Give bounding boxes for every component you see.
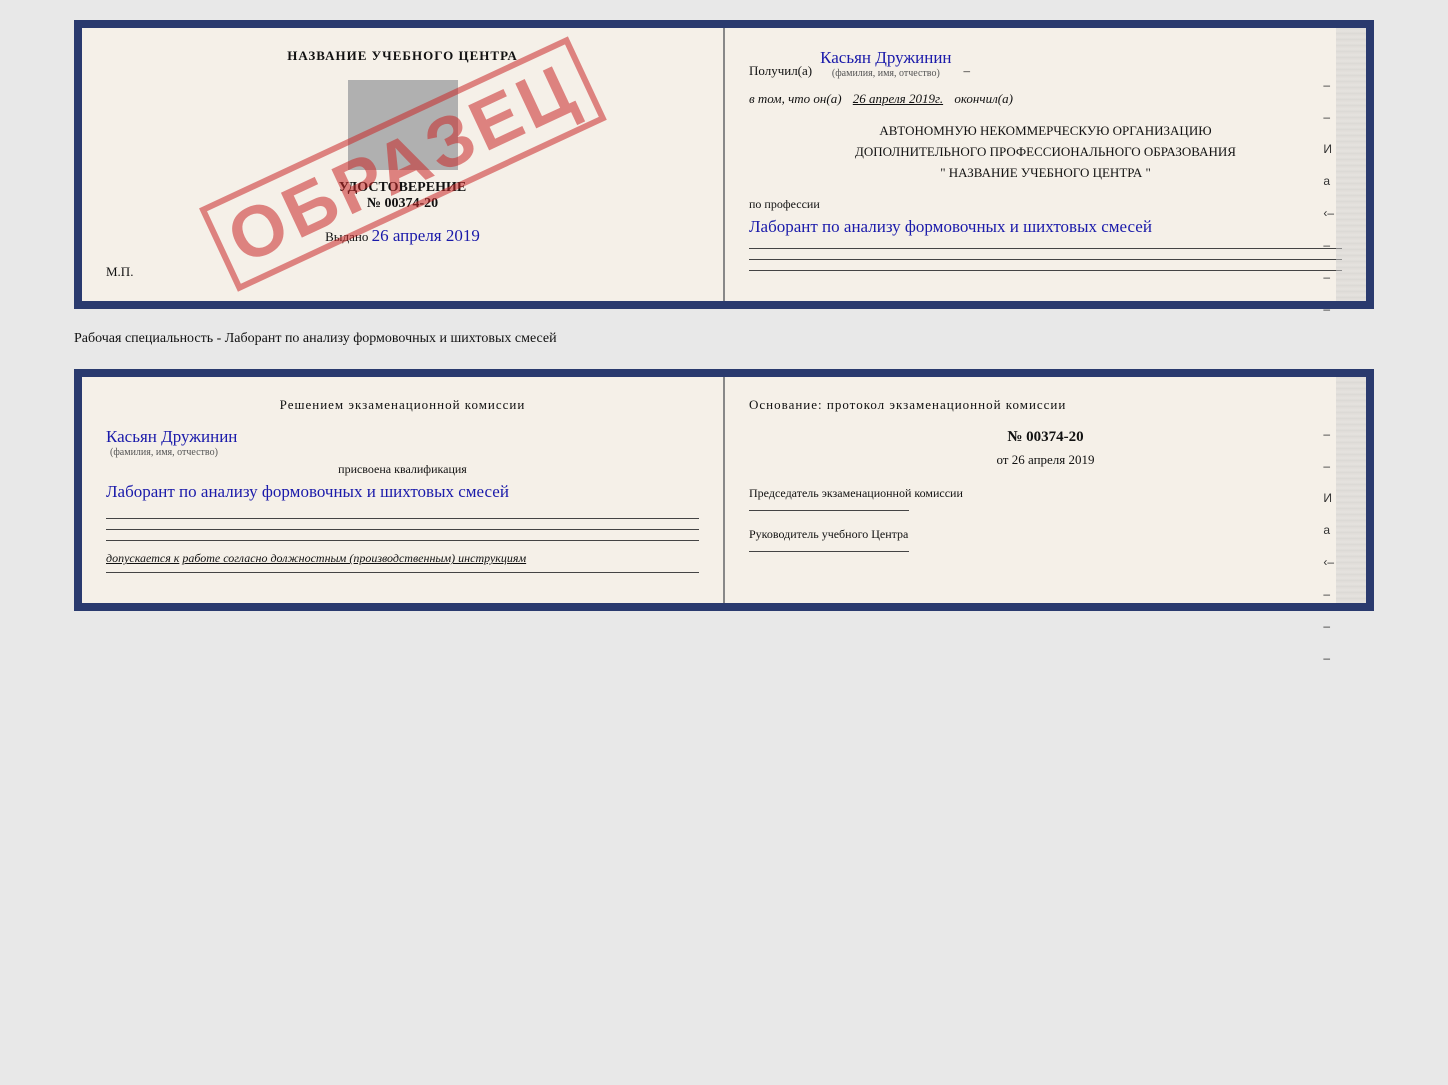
side-mark-1: – bbox=[1323, 78, 1334, 92]
bottom-left-title: Решением экзаменационной комиссии bbox=[106, 397, 699, 413]
bottom-right-panel: Основание: протокол экзаменационной коми… bbox=[725, 377, 1366, 604]
bsm-5: – bbox=[1323, 619, 1334, 633]
chairman-label: Председатель экзаменационной комиссии bbox=[749, 484, 1342, 502]
side-marks: – – И а ‹– – – – bbox=[1323, 78, 1334, 316]
lines-block bbox=[106, 518, 699, 541]
date-line: в том, что он(а) 26 апреля 2019г. окончи… bbox=[749, 91, 1342, 107]
received-prefix: Получил(а) bbox=[749, 63, 812, 79]
side-mark-2: – bbox=[1323, 110, 1334, 124]
cert-number: № 00374-20 bbox=[367, 196, 438, 211]
name-line: Касьян Дружинин (фамилия, имя, отчество) bbox=[106, 427, 699, 458]
bottom-sep-1 bbox=[106, 518, 699, 519]
cert-school-title: НАЗВАНИЕ УЧЕБНОГО ЦЕНТРА bbox=[106, 48, 699, 64]
issued-label: Выдано bbox=[325, 229, 368, 244]
bottom-left-panel: Решением экзаменационной комиссии Касьян… bbox=[82, 377, 725, 604]
received-name: Касьян Дружинин bbox=[820, 48, 951, 68]
bottom-document: Решением экзаменационной комиссии Касьян… bbox=[74, 369, 1374, 612]
director-sig-line bbox=[749, 551, 909, 552]
separator-line-1 bbox=[749, 248, 1342, 249]
profession-label: по профессии bbox=[749, 197, 1342, 212]
bottom-side-marks: – – И а ‹– – – – bbox=[1323, 427, 1334, 665]
separator-line-3 bbox=[749, 270, 1342, 271]
qualification-label: присвоена квалификация bbox=[106, 462, 699, 477]
bsm-k: ‹– bbox=[1323, 555, 1334, 569]
profession-value: Лаборант по анализу формовочных и шихтов… bbox=[749, 214, 1342, 240]
photo-placeholder bbox=[348, 80, 458, 170]
side-mark-4: – bbox=[1323, 238, 1334, 252]
bottom-sep-4 bbox=[106, 572, 699, 573]
допуск-prefix: допускается к bbox=[106, 551, 179, 565]
bottom-date-value: 26 апреля 2019 bbox=[1012, 452, 1095, 467]
bsm-2: – bbox=[1323, 459, 1334, 473]
issued-date: 26 апреля 2019 bbox=[372, 226, 480, 246]
date-value: 26 апреля 2019г. bbox=[853, 91, 943, 106]
допуск-underline: работе согласно должностным (производств… bbox=[182, 551, 526, 565]
side-mark-и: И bbox=[1323, 142, 1334, 156]
bsm-а: а bbox=[1323, 523, 1334, 537]
cert-right-panel: Получил(а) Касьян Дружинин (фамилия, имя… bbox=[725, 28, 1366, 301]
osnov-title: Основание: протокол экзаменационной коми… bbox=[749, 397, 1342, 413]
side-mark-k: ‹– bbox=[1323, 206, 1334, 220]
top-document: НАЗВАНИЕ УЧЕБНОГО ЦЕНТРА УДОСТОВЕРЕНИЕ №… bbox=[74, 20, 1374, 309]
cert-label-text: УДОСТОВЕРЕНИЕ № 00374-20 bbox=[106, 180, 699, 212]
bsm-1: – bbox=[1323, 427, 1334, 441]
допуск-text: допускается к работе согласно должностны… bbox=[106, 551, 699, 566]
bottom-number: № 00374-20 bbox=[749, 429, 1342, 446]
bsm-6: – bbox=[1323, 651, 1334, 665]
bottom-date: от 26 апреля 2019 bbox=[749, 452, 1342, 468]
side-mark-5: – bbox=[1323, 270, 1334, 284]
separator-line-2 bbox=[749, 259, 1342, 260]
director-block: Руководитель учебного Центра bbox=[749, 525, 1342, 552]
received-fio-label: (фамилия, имя, отчество) bbox=[820, 68, 951, 79]
qualification-value: Лаборант по анализу формовочных и шихтов… bbox=[106, 479, 699, 505]
bottom-date-prefix: от bbox=[996, 452, 1008, 467]
director-label: Руководитель учебного Центра bbox=[749, 525, 1342, 543]
date-prefix: в том, что он(а) bbox=[749, 91, 842, 106]
cert-label: УДОСТОВЕРЕНИЕ bbox=[339, 180, 466, 195]
mp-label: М.П. bbox=[106, 264, 699, 280]
side-mark-6: – bbox=[1323, 302, 1334, 316]
org-line1: АВТОНОМНУЮ НЕКОММЕРЧЕСКУЮ ОРГАНИЗАЦИЮ bbox=[749, 121, 1342, 142]
chairman-block: Председатель экзаменационной комиссии bbox=[749, 484, 1342, 511]
cert-left-panel: НАЗВАНИЕ УЧЕБНОГО ЦЕНТРА УДОСТОВЕРЕНИЕ №… bbox=[82, 28, 725, 301]
org-line2: ДОПОЛНИТЕЛЬНОГО ПРОФЕССИОНАЛЬНОГО ОБРАЗО… bbox=[749, 142, 1342, 163]
org-line3: " НАЗВАНИЕ УЧЕБНОГО ЦЕНТРА " bbox=[749, 163, 1342, 184]
chairman-sig-line bbox=[749, 510, 909, 511]
org-block: АВТОНОМНУЮ НЕКОММЕРЧЕСКУЮ ОРГАНИЗАЦИЮ ДО… bbox=[749, 121, 1342, 183]
bottom-name-value: Касьян Дружинин bbox=[106, 427, 237, 447]
received-line: Получил(а) Касьян Дружинин (фамилия, имя… bbox=[749, 48, 1342, 79]
bsm-4: – bbox=[1323, 587, 1334, 601]
bottom-sep-2 bbox=[106, 529, 699, 530]
bottom-sep-3 bbox=[106, 540, 699, 541]
side-mark-а: а bbox=[1323, 174, 1334, 188]
bottom-fio-label: (фамилия, имя, отчество) bbox=[110, 447, 699, 458]
cert-issued-line: Выдано 26 апреля 2019 bbox=[106, 226, 699, 246]
date-suffix: окончил(а) bbox=[954, 91, 1013, 106]
bsm-и: И bbox=[1323, 491, 1334, 505]
separator-text: Рабочая специальность - Лаборант по анал… bbox=[74, 325, 1374, 353]
